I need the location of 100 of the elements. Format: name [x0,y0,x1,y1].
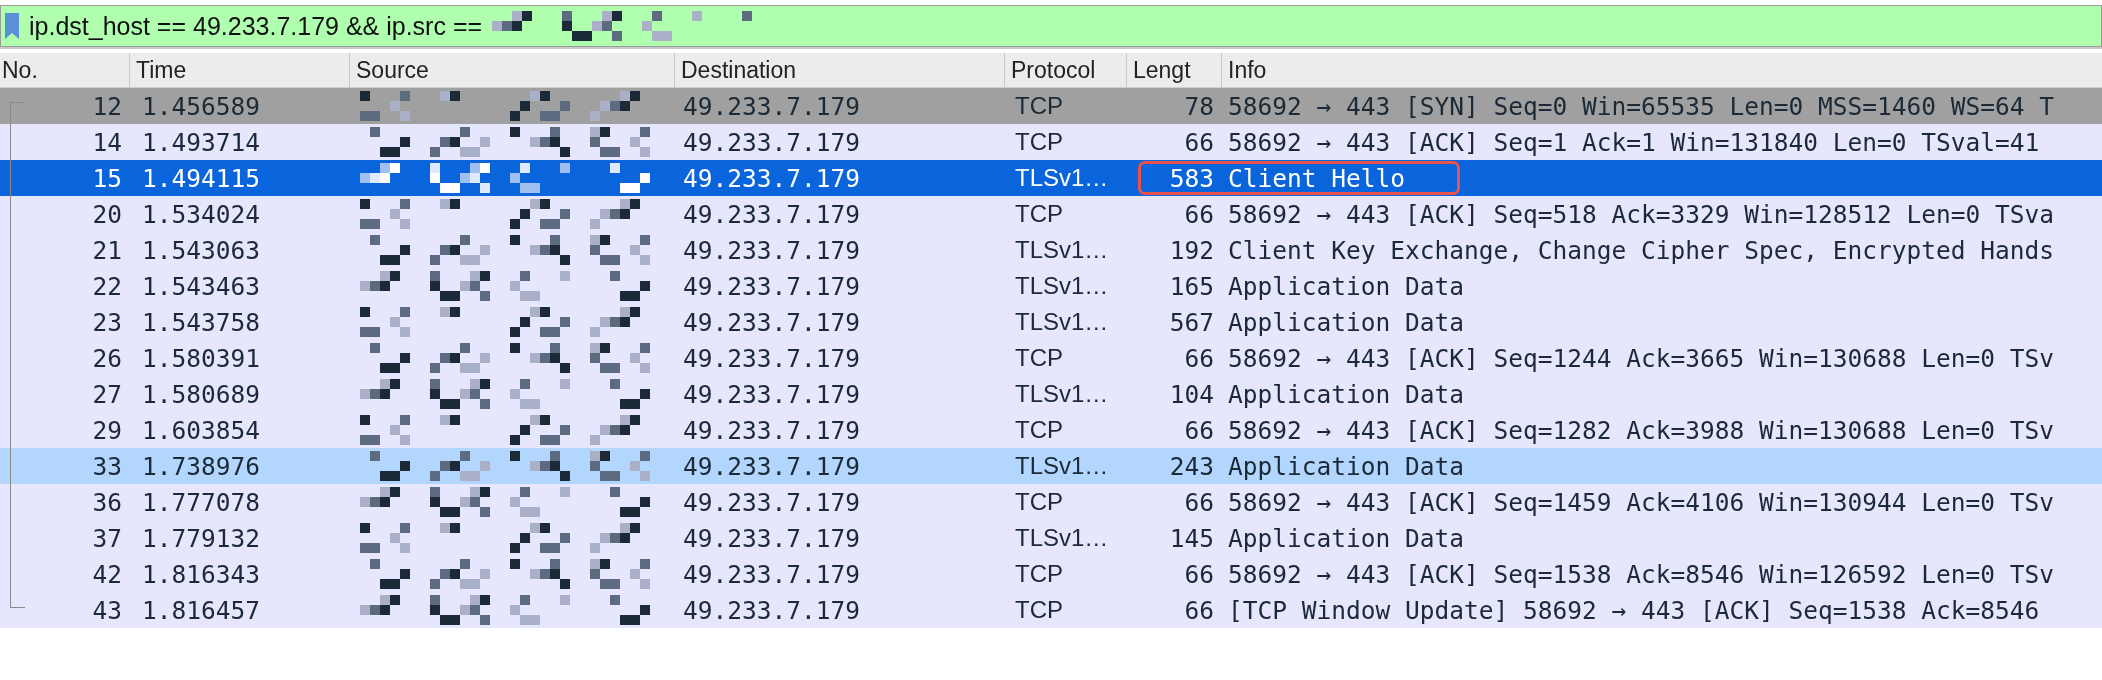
table-cell-text: TCP [1014,200,1064,228]
table-cell-text: 1.816457 [141,595,261,625]
table-cell-text: 1.543063 [141,235,261,265]
table-cell-text: 43 [91,595,123,625]
table-cell-text: Application Data [1227,379,1465,409]
packet-row[interactable]: 14 1.493714 49.233.7.179 TCP 66 58692 → 443 [ACK] Seq=1 Ack=1 Win=131840 Len=0 TSval=41 [0,124,2102,160]
table-cell-text: 49.233.7.179 [682,379,861,409]
table-cell-text: TCP [1014,128,1064,156]
table-cell-text: 1.580391 [141,343,261,373]
table-cell-text: 12 [91,91,123,121]
table-cell-text: 37 [91,523,123,553]
table-cell-text: 49.233.7.179 [682,451,861,481]
table-cell-text: TLSv1… [1014,380,1110,408]
table-cell-text: 1.580689 [141,379,261,409]
table-cell-text: Client Key Exchange, Change Cipher Spec, Encrypted Hands [1227,235,2055,265]
table-cell-text: 22 [91,271,123,301]
packet-row[interactable]: 37 1.779132 49.233.7.179 TLSv1… 145 Application Data [0,520,2102,556]
table-cell-text: 1.543463 [141,271,261,301]
table-cell-text: 49.233.7.179 [682,127,861,157]
column-header[interactable]: Protocol [1005,53,1127,87]
table-cell-text: 66 [1183,199,1215,229]
packet-row[interactable]: 23 1.543758 49.233.7.179 TLSv1… 567 Application Data [0,304,2102,340]
table-cell-text: TCP [1014,488,1064,516]
table-cell-text: 58692 → 443 [ACK] Seq=1 Ack=1 Win=131840 Len=0 TSval=41 [1227,127,2041,157]
table-cell-text: 1.777078 [141,487,261,517]
packet-row[interactable]: 21 1.543063 49.233.7.179 TLSv1… 192 Client Key Exchange, Change Cipher Spec, Encrypted Hands [0,232,2102,268]
packet-row[interactable]: 27 1.580689 49.233.7.179 TLSv1… 104 Application Data [0,376,2102,412]
table-cell-text: 49.233.7.179 [682,271,861,301]
table-cell-text: 49.233.7.179 [682,199,861,229]
table-cell-text: 1.493714 [141,127,261,157]
table-cell-text: 42 [91,559,123,589]
table-cell-text: TCP [1014,596,1064,624]
table-cell-text: 567 [1168,307,1215,337]
table-cell-text: 49.233.7.179 [682,235,861,265]
table-cell-text: 145 [1168,523,1215,553]
packet-row[interactable]: 22 1.543463 49.233.7.179 TLSv1… 165 Application Data [0,268,2102,304]
table-cell-text: 1.456589 [141,91,261,121]
table-cell-text: 49.233.7.179 [682,487,861,517]
packet-row[interactable]: 29 1.603854 49.233.7.179 TCP 66 58692 → 443 [ACK] Seq=1282 Ack=3988 Win=130688 Len=0 TSv [0,412,2102,448]
table-cell-text: 23 [91,307,123,337]
table-cell-text: 78 [1183,91,1215,121]
table-cell-text: Application Data [1227,523,1465,553]
packet-row[interactable]: 42 1.816343 49.233.7.179 TCP 66 58692 → 443 [ACK] Seq=1538 Ack=8546 Win=126592 Len=0 TSv [0,556,2102,592]
table-cell-text: 1.738976 [141,451,261,481]
table-cell-text: 1.534024 [141,199,261,229]
table-cell-text: 243 [1168,451,1215,481]
table-cell-text: TLSv1… [1014,524,1110,552]
table-cell-text: 583 [1168,163,1215,193]
packet-row[interactable]: 36 1.777078 49.233.7.179 TCP 66 58692 → 443 [ACK] Seq=1459 Ack=4106 Win=130944 Len=0 TSv [0,484,2102,520]
table-cell-text: 1.494115 [141,163,261,193]
table-cell-text: TCP [1014,344,1064,372]
column-header[interactable]: Source [350,53,675,87]
packet-row[interactable]: 20 1.534024 49.233.7.179 TCP 66 58692 → 443 [ACK] Seq=518 Ack=3329 Win=128512 Len=0 TSva [0,196,2102,232]
table-cell-text: 49.233.7.179 [682,163,861,193]
column-header[interactable]: No. [0,53,130,87]
table-cell-text: TLSv1… [1014,272,1110,300]
table-cell-text: 58692 → 443 [ACK] Seq=1244 Ack=3665 Win=130688 Len=0 TSv [1227,343,2055,373]
table-cell-text: 192 [1168,235,1215,265]
table-cell-text: 49.233.7.179 [682,307,861,337]
column-header[interactable]: Lengt [1127,53,1222,87]
table-cell-text: TCP [1014,560,1064,588]
table-cell-text: TLSv1… [1014,164,1110,192]
table-cell-text: 66 [1183,487,1215,517]
table-cell-text: 49.233.7.179 [682,343,861,373]
table-cell-text: TCP [1014,416,1064,444]
table-cell-text: Client Hello [1227,163,1406,193]
table-cell-text: 58692 → 443 [ACK] Seq=518 Ack=3329 Win=128512 Len=0 TSva [1227,199,2055,229]
table-cell-text: 58692 → 443 [SYN] Seq=0 Win=65535 Len=0 MSS=1460 WS=64 T [1227,91,2055,121]
packet-row[interactable]: 26 1.580391 49.233.7.179 TCP 66 58692 → 443 [ACK] Seq=1244 Ack=3665 Win=130688 Len=0 TSv [0,340,2102,376]
packet-row[interactable]: 33 1.738976 49.233.7.179 TLSv1… 243 Application Data [0,448,2102,484]
table-cell-text: Application Data [1227,451,1465,481]
table-cell-text: 165 [1168,271,1215,301]
table-cell-text: 66 [1183,559,1215,589]
table-cell-text: 1.779132 [141,523,261,553]
table-cell-text: TLSv1… [1014,308,1110,336]
table-cell-text: TCP [1014,92,1064,120]
table-cell-text: 104 [1168,379,1215,409]
column-header[interactable]: Destination [675,53,1005,87]
table-cell-text: 66 [1183,595,1215,625]
table-cell-text: 36 [91,487,123,517]
table-cell-text: 66 [1183,343,1215,373]
table-cell-text: 58692 → 443 [ACK] Seq=1538 Ack=8546 Win=126592 Len=0 TSv [1227,559,2055,589]
display-filter-field[interactable]: ip.dst_host == 49.233.7.179 && ip.src == [0,5,2102,47]
packet-row[interactable]: 12 1.456589 49.233.7.179 TCP 78 58692 → 443 [SYN] Seq=0 Win=65535 Len=0 MSS=1460 WS=64 T [0,88,2102,124]
table-cell-text: 1.816343 [141,559,261,589]
table-cell-text: [TCP Window Update] 58692 → 443 [ACK] Seq=1538 Ack=8546 [1227,595,2041,625]
table-cell-text: 49.233.7.179 [682,523,861,553]
table-cell-text: TLSv1… [1014,236,1110,264]
table-cell-text: 15 [91,163,123,193]
packet-row[interactable]: 43 1.816457 49.233.7.179 TCP 66 [TCP Window Update] 58692 → 443 [ACK] Seq=1538 Ack=8546 [0,592,2102,628]
table-cell-text: 27 [91,379,123,409]
table-cell-text: 29 [91,415,123,445]
table-cell-text: 49.233.7.179 [682,595,861,625]
table-cell-text: Application Data [1227,271,1465,301]
table-cell-text: 21 [91,235,123,265]
column-header[interactable]: Info [1222,53,2102,87]
packet-row[interactable]: 15 1.494115 49.233.7.179 TLSv1… 583 Client Hello [0,160,2102,196]
table-cell-text: 14 [91,127,123,157]
bookmark-icon[interactable] [5,13,19,39]
column-header[interactable]: Time [130,53,350,87]
